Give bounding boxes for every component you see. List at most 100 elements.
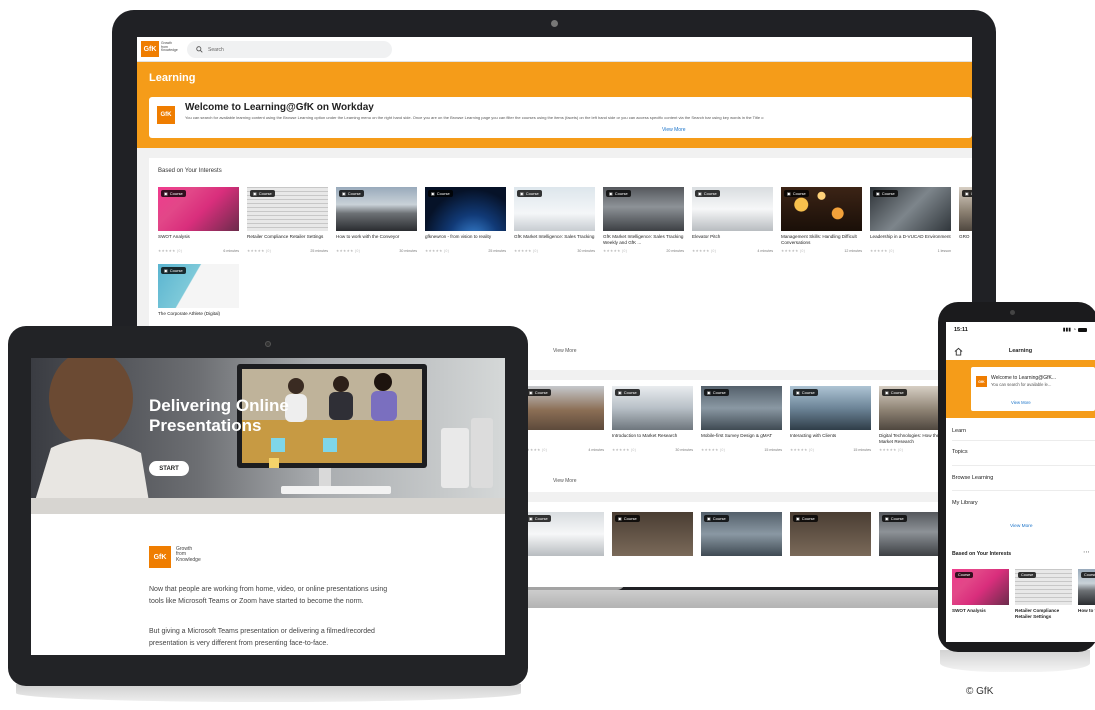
page-title: Learning bbox=[149, 72, 196, 84]
course-title[interactable]: gfknewron - from vision to reality bbox=[425, 234, 506, 246]
menu-divider bbox=[952, 490, 1095, 491]
phone-course-tile[interactable]: Course SWOT Analysis bbox=[952, 569, 1009, 614]
course-thumbnail[interactable]: ▣Course bbox=[425, 187, 506, 231]
course-tile[interactable]: ▣ Course Introduction to Market Research ★★… bbox=[612, 386, 693, 452]
welcome-view-more-link[interactable]: View More bbox=[662, 127, 686, 133]
course-tile[interactable]: ▣ Course bbox=[523, 512, 604, 556]
course-thumbnail[interactable]: ▣Course bbox=[790, 512, 871, 556]
phone-course-tile[interactable]: Course How to the Cor bbox=[1078, 569, 1095, 614]
course-title[interactable]: SWOT Analysis bbox=[952, 608, 1009, 614]
course-badge-label: Course bbox=[347, 191, 361, 196]
course-icon: ▣ bbox=[787, 191, 791, 196]
course-tile[interactable]: ▣ Course Mobile-first Survey Design & gMAT… bbox=[701, 386, 782, 452]
course-title[interactable]: How to work with the Conveyor bbox=[336, 234, 417, 246]
menu-learn[interactable]: Learn bbox=[952, 428, 966, 434]
row2-view-more-link[interactable]: View More bbox=[553, 478, 577, 484]
course-tile[interactable]: ▣ Course Interacting with Clients ★★★★★ (0)… bbox=[790, 386, 871, 452]
course-tile[interactable]: ▣ Course gfknewron - from vision to realit… bbox=[425, 187, 506, 253]
phone-welcome-view-more[interactable]: View More bbox=[1011, 400, 1031, 405]
course-tile[interactable]: ▣ Course Retailer Compliance Retailer Sett… bbox=[247, 187, 328, 253]
course-tile[interactable]: ▣ Course Management Skills: Handling Diffi… bbox=[781, 187, 862, 253]
menu-browse-learning[interactable]: Browse Learning bbox=[952, 475, 993, 481]
menu-my-library[interactable]: My Library bbox=[952, 500, 978, 506]
rating-stars: ★★★★★ (0) bbox=[336, 249, 361, 253]
course-thumbnail[interactable]: Course bbox=[1078, 569, 1095, 605]
course-thumbnail[interactable]: Course bbox=[952, 569, 1009, 605]
start-button[interactable]: START bbox=[149, 461, 189, 476]
course-icon: ▣ bbox=[164, 268, 168, 273]
course-tile[interactable]: ▣Course GRO bbox=[959, 187, 972, 246]
rating-stars: ★★★★★ (0) bbox=[425, 249, 450, 253]
course-thumbnail[interactable]: ▣Course bbox=[612, 512, 693, 556]
course-badge-label: Course bbox=[534, 516, 548, 521]
course-thumbnail[interactable]: ▣Course bbox=[514, 187, 595, 231]
course-title[interactable]: The Corporate Athlete (Digital) bbox=[158, 311, 239, 323]
course-tile[interactable]: ▣ Course SWOT Analysis ★★★★★ (0) 6 minutes bbox=[158, 187, 239, 253]
course-title[interactable] bbox=[523, 433, 604, 445]
menu-view-more-link[interactable]: View More bbox=[1010, 524, 1033, 529]
course-thumbnail[interactable]: ▣Course bbox=[336, 187, 417, 231]
course-tile[interactable]: ▣ Course bbox=[701, 512, 782, 556]
course-thumbnail[interactable]: ▣Course bbox=[158, 264, 239, 308]
course-thumbnail[interactable]: ▣Course bbox=[523, 512, 604, 556]
course-tile[interactable]: ▣ Course Elevator Pitch ★★★★★ (0) 4 minutes bbox=[692, 187, 773, 253]
course-title[interactable]: Elevator Pitch bbox=[692, 234, 773, 246]
course-title[interactable]: SWOT Analysis bbox=[158, 234, 239, 246]
course-icon: ▣ bbox=[609, 191, 613, 196]
search-input[interactable]: Search bbox=[187, 41, 392, 58]
course-title[interactable]: Retailer Compliance Retailer Settings bbox=[1015, 608, 1072, 619]
gfk-logo[interactable]: GfK bbox=[141, 41, 159, 57]
course-duration: 4 minutes bbox=[588, 448, 604, 452]
course-thumbnail[interactable]: ▣Course bbox=[790, 386, 871, 430]
course-title[interactable]: Leadership in a D-VUCAD Environment bbox=[870, 234, 951, 246]
course-thumbnail[interactable]: Course bbox=[1015, 569, 1072, 605]
course-thumbnail[interactable]: ▣Course bbox=[523, 386, 604, 430]
course-title[interactable]: How to the Cor bbox=[1078, 608, 1095, 614]
course-thumbnail[interactable]: ▣Course bbox=[701, 386, 782, 430]
course-thumbnail[interactable]: ▣Course bbox=[781, 187, 862, 231]
course-duration: 15 minutes bbox=[764, 448, 782, 452]
course-tile[interactable]: ▣ Course The Corporate Athlete (Digital) bbox=[158, 264, 239, 323]
course-thumbnail[interactable]: ▣Course bbox=[959, 187, 972, 231]
course-thumbnail[interactable]: ▣Course bbox=[247, 187, 328, 231]
rating-count: (0) bbox=[354, 249, 361, 253]
course-title[interactable]: GfK Market Intelligence: Sales Tracking … bbox=[603, 234, 684, 246]
course-tile[interactable]: ▣ Course ★★★★★ (0) 4 minutes bbox=[523, 386, 604, 452]
course-tile[interactable]: ▣ Course GfK Market Intelligence: Sales Tr… bbox=[603, 187, 684, 253]
course-icon: ▣ bbox=[885, 516, 889, 521]
course-tile[interactable]: ▣ Course How to work with the Conveyor ★★★★… bbox=[336, 187, 417, 253]
rating-count: (0) bbox=[808, 448, 815, 452]
course-badge-label: Course bbox=[881, 191, 895, 196]
course-tile[interactable]: ▣ Course GfK Market Intelligence: Sales Tr… bbox=[514, 187, 595, 253]
course-badge-label: Course bbox=[169, 268, 183, 273]
course-title[interactable]: GfK Market Intelligence: Sales Tracking bbox=[514, 234, 595, 246]
interests-view-more-link[interactable]: View More bbox=[553, 348, 577, 354]
course-meta: ★★★★★ (0) 12 minutes bbox=[781, 249, 862, 253]
course-thumbnail[interactable]: ▣Course bbox=[612, 386, 693, 430]
phone-course-tile[interactable]: Course Retailer Compliance Retailer Setti… bbox=[1015, 569, 1072, 619]
course-tile[interactable]: ▣ Course bbox=[612, 512, 693, 556]
course-title[interactable]: Retailer Compliance Retailer Settings bbox=[247, 234, 328, 246]
course-badge-label: Course bbox=[623, 516, 637, 521]
course-meta: ★★★★★ (0) 30 minutes bbox=[612, 448, 693, 452]
course-thumbnail[interactable]: ▣Course bbox=[603, 187, 684, 231]
course-thumbnail[interactable]: ▣Course bbox=[701, 512, 782, 556]
course-thumbnail[interactable]: ▣Course bbox=[692, 187, 773, 231]
course-duration: 25 minutes bbox=[310, 249, 328, 253]
course-meta: ★★★★★ (0) 4 minutes bbox=[692, 249, 773, 253]
course-title[interactable]: Mobile-first Survey Design & gMAT bbox=[701, 433, 782, 445]
course-title[interactable]: Interacting with Clients bbox=[790, 433, 871, 445]
course-tile[interactable]: ▣ Course Leadership in a D-VUCAD Environme… bbox=[870, 187, 951, 253]
course-title[interactable]: Management Skills: Handling Difficult Co… bbox=[781, 234, 862, 246]
course-icon: ▣ bbox=[529, 516, 533, 521]
menu-divider bbox=[952, 465, 1095, 466]
course-badge-label: Course bbox=[890, 516, 904, 521]
course-title[interactable]: Introduction to Market Research bbox=[612, 433, 693, 445]
menu-topics[interactable]: Topics bbox=[952, 449, 968, 455]
course-thumbnail[interactable]: ▣Course bbox=[870, 187, 951, 231]
rating-count: (0) bbox=[621, 249, 628, 253]
course-title[interactable]: GRO bbox=[959, 234, 972, 246]
course-thumbnail[interactable]: ▣Course bbox=[158, 187, 239, 231]
more-options-icon[interactable]: ⋯ bbox=[1083, 548, 1090, 556]
course-tile[interactable]: ▣ Course bbox=[790, 512, 871, 556]
